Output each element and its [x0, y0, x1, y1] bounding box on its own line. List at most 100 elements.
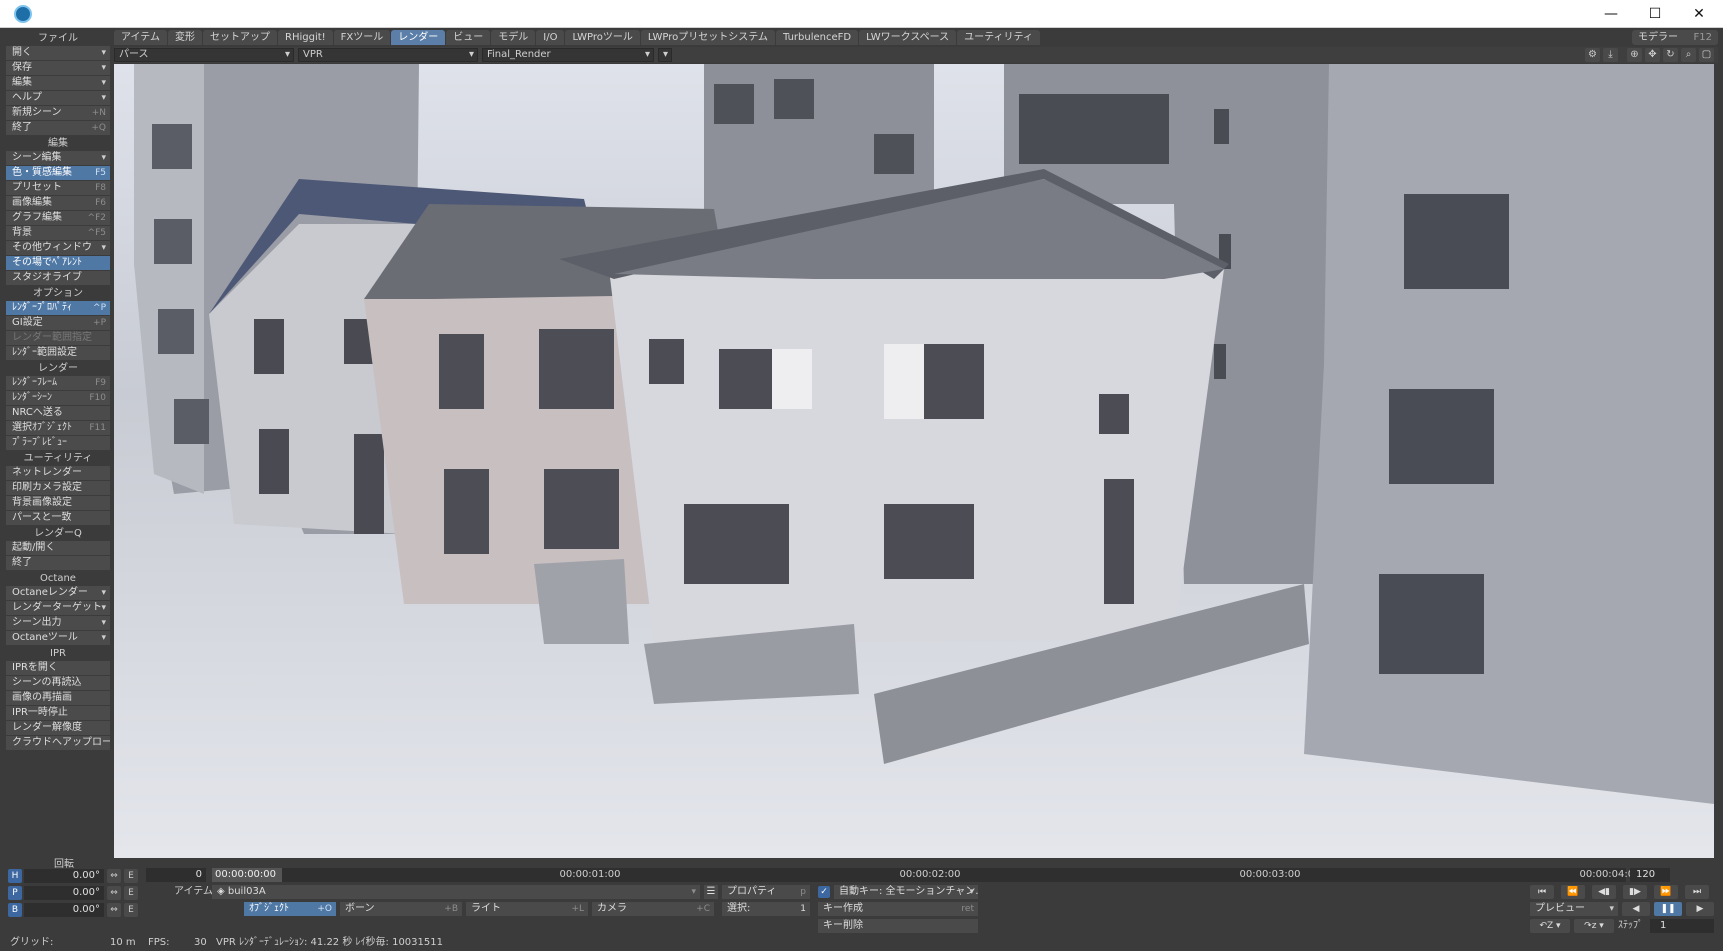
gear-icon[interactable]: ⚙	[1585, 48, 1600, 62]
modeler-button[interactable]: モデラー F12	[1632, 30, 1718, 45]
object-mode-button[interactable]: ｵﾌﾞｼﾞｪｸﾄ +O	[244, 902, 336, 916]
sidebar-item[interactable]: シーン編集 ▾	[6, 151, 110, 165]
sidebar-item[interactable]: 終了 +Q	[6, 121, 110, 135]
end-frame-field[interactable]: 120	[1630, 868, 1670, 882]
delete-key-button[interactable]: キー削除	[818, 919, 978, 933]
bone-mode-button[interactable]: ボーン +B	[340, 902, 462, 916]
properties-button[interactable]: プロパティ p	[722, 885, 810, 899]
sidebar-item[interactable]: その場でﾍﾟｱﾚﾝﾄ	[6, 256, 110, 270]
sidebar-item[interactable]: 背景 ^F5	[6, 226, 110, 240]
tab-4[interactable]: FXツール	[333, 30, 391, 45]
sidebar-item[interactable]: クラウドへアップロード	[6, 736, 110, 750]
tab-10[interactable]: LWProプリセットシステム	[640, 30, 775, 45]
sidebar-item[interactable]: その他ウィンドウ ▾	[6, 241, 110, 255]
sidebar-item[interactable]: 背景画像設定	[6, 496, 110, 510]
tab-1[interactable]: 変形	[168, 30, 202, 45]
redo-z-button[interactable]: ↷z ▾	[1574, 919, 1614, 933]
sidebar-item[interactable]: IPR一時停止	[6, 706, 110, 720]
rotation-value-field[interactable]: 0.00°	[24, 886, 104, 900]
current-time-marker[interactable]: 00:00:00:00	[212, 868, 282, 882]
close-button[interactable]: ✕	[1677, 0, 1721, 28]
sidebar-item[interactable]: グラフ編集 ^F2	[6, 211, 110, 225]
sidebar-item[interactable]: プリセット F8	[6, 181, 110, 195]
sidebar-item[interactable]: 画像の再描画	[6, 691, 110, 705]
sidebar-item[interactable]: NRCへ送る	[6, 406, 110, 420]
sidebar-item[interactable]: レンダー範囲指定	[6, 331, 110, 345]
sidebar-item[interactable]: Octaneツール ▾	[6, 631, 110, 645]
viewport-options-dropdown[interactable]: ▾	[658, 48, 672, 62]
envelope-button[interactable]: E	[124, 869, 138, 883]
sidebar-item[interactable]: パースと一致	[6, 511, 110, 525]
rotate-icon[interactable]: ↻	[1663, 48, 1678, 62]
tab-6[interactable]: ビュー	[446, 30, 491, 45]
sidebar-item[interactable]: 編集 ▾	[6, 76, 110, 90]
rotation-value-field[interactable]: 0.00°	[24, 903, 104, 917]
next-frame-button[interactable]: ▮▶	[1623, 885, 1647, 899]
tab-2[interactable]: セットアップ	[203, 30, 277, 45]
tab-11[interactable]: TurbulenceFD	[775, 30, 859, 45]
sidebar-item[interactable]: 色・質感編集 F5	[6, 166, 110, 180]
sidebar-item[interactable]: ﾚﾝﾀﾞｰｼｰﾝ F10	[6, 391, 110, 405]
sidebar-item[interactable]: 終了	[6, 556, 110, 570]
prev-frame-button[interactable]: ◀▮	[1592, 885, 1616, 899]
sidebar-item[interactable]: 画像編集 F6	[6, 196, 110, 210]
sidebar-item[interactable]: 起動/開く	[6, 541, 110, 555]
sidebar-item[interactable]: ﾚﾝﾀﾞｰﾌﾚｰﾑ F9	[6, 376, 110, 390]
sidebar-item[interactable]: レンダー解像度	[6, 721, 110, 735]
tab-13[interactable]: ユーティリティ	[957, 30, 1040, 45]
auto-key-checkbox[interactable]: ✓	[818, 886, 830, 898]
render-mode-dropdown[interactable]: VPR ▾	[298, 48, 478, 62]
play-button[interactable]: ▶	[1686, 902, 1714, 916]
move-icon[interactable]: ✥	[1645, 48, 1660, 62]
prev-key-button[interactable]: ⏪	[1561, 885, 1585, 899]
sidebar-item[interactable]: ヘルプ ▾	[6, 91, 110, 105]
create-key-button[interactable]: キー作成 ret	[818, 902, 978, 916]
camera-dropdown[interactable]: Final_Render ▾	[482, 48, 654, 62]
first-frame-button[interactable]: ⏮	[1530, 885, 1554, 899]
sidebar-item[interactable]: IPRを開く	[6, 661, 110, 675]
pause-button[interactable]: ❚❚	[1654, 902, 1682, 916]
minimize-button[interactable]: —	[1589, 0, 1633, 28]
sidebar-item[interactable]: 保存 ▾	[6, 61, 110, 75]
timeline-slider[interactable]: 00:00:00:00 00:00:01:00 00:00:02:00 00:00:…	[212, 868, 1641, 882]
item-list-icon[interactable]: ☰	[704, 885, 718, 899]
light-mode-button[interactable]: ライト +L	[466, 902, 588, 916]
sidebar-item[interactable]: 開く ▾	[6, 46, 110, 60]
render-viewport[interactable]	[114, 64, 1714, 858]
link-arrows-icon[interactable]: ⇔	[107, 903, 121, 917]
tab-5[interactable]: レンダー	[391, 30, 446, 45]
sidebar-item[interactable]: 印刷カメラ設定	[6, 481, 110, 495]
sidebar-item[interactable]: ﾚﾝﾀﾞｰﾌﾟﾛﾊﾟﾃｨ ^P	[6, 301, 110, 315]
maximize-icon[interactable]: ▢	[1699, 48, 1714, 62]
sidebar-item[interactable]: Octaneレンダー ▾	[6, 586, 110, 600]
sidebar-item[interactable]: シーン出力 ▾	[6, 616, 110, 630]
download-icon[interactable]: ⤓	[1603, 48, 1618, 62]
tab-9[interactable]: LWProツール	[565, 30, 640, 45]
sidebar-item[interactable]: スタジオライブ	[6, 271, 110, 285]
item-selector-dropdown[interactable]: ◈ buil03A ▾	[212, 885, 700, 899]
play-reverse-button[interactable]: ◀	[1622, 902, 1650, 916]
tab-8[interactable]: I/O	[536, 30, 565, 45]
link-arrows-icon[interactable]: ⇔	[107, 886, 121, 900]
zoom-icon[interactable]: ⌕	[1681, 48, 1696, 62]
link-arrows-icon[interactable]: ⇔	[107, 869, 121, 883]
envelope-button[interactable]: E	[124, 886, 138, 900]
sidebar-item[interactable]: 選択ｵﾌﾞｼﾞｪｸﾄ F11	[6, 421, 110, 435]
orbit-icon[interactable]: ⊕	[1627, 48, 1642, 62]
view-type-dropdown[interactable]: パース ▾	[114, 48, 294, 62]
tab-12[interactable]: LWワークスペース	[859, 30, 957, 45]
current-frame-field[interactable]: 0	[146, 868, 206, 882]
camera-mode-button[interactable]: カメラ +C	[592, 902, 714, 916]
sidebar-item[interactable]: シーンの再読込	[6, 676, 110, 690]
sidebar-item[interactable]: ﾚﾝﾀﾞｰ範囲設定	[6, 346, 110, 360]
last-frame-button[interactable]: ⏭	[1685, 885, 1709, 899]
step-field[interactable]: 1	[1650, 919, 1714, 933]
sidebar-item[interactable]: ネットレンダー	[6, 466, 110, 480]
sidebar-item[interactable]: 新規シーン +N	[6, 106, 110, 120]
auto-key-dropdown[interactable]: 自動キー: 全モーションチャン… ▾	[834, 885, 978, 899]
tab-3[interactable]: RHiggit!	[278, 30, 333, 45]
undo-z-button[interactable]: ↶Z ▾	[1530, 919, 1570, 933]
envelope-button[interactable]: E	[124, 903, 138, 917]
preview-dropdown[interactable]: プレビュー ▾	[1530, 902, 1618, 916]
next-key-button[interactable]: ⏩	[1654, 885, 1678, 899]
